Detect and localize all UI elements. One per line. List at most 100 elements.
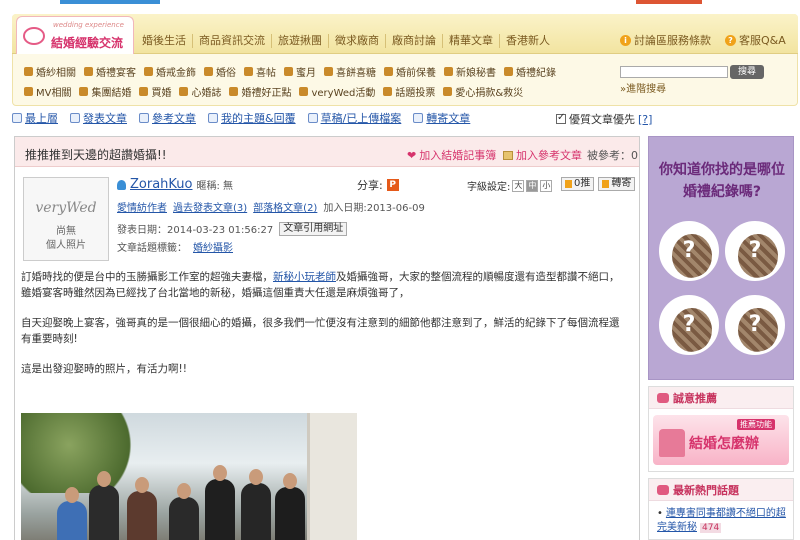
hot-topics-title: 最新熱門話題: [673, 483, 739, 497]
banner-text: 結婚怎麼辦: [689, 436, 759, 452]
past-posts-link[interactable]: 過去發表文章(3): [173, 199, 247, 214]
quality-help-link[interactable]: [?]: [638, 113, 652, 126]
top-banner-blue[interactable]: [60, 0, 160, 4]
category-icon: [179, 87, 189, 96]
font-size-label: 字級設定:: [467, 182, 511, 193]
font-size-setting: 字級設定: 大 中 小: [467, 178, 553, 193]
category-icon: [229, 87, 239, 96]
add-reference-button[interactable]: 加入參考文章: [503, 147, 582, 163]
nav-tab[interactable]: 香港新人: [500, 34, 556, 48]
category-link[interactable]: 新娘秘書: [444, 64, 496, 79]
nav-tabs: 婚後生活 商品資訊交流 旅遊揪團 徵求廠商 廠商討論 精華文章 香港新人: [136, 34, 556, 48]
post-panel: 推推推到天邊的超讚婚攝!! ❤ 加入結婚記事簿 加入參考文章 被參考：0 very…: [14, 136, 640, 540]
category-icon: [284, 67, 293, 76]
search-input[interactable]: [620, 66, 728, 78]
category-icon: [299, 87, 309, 96]
username-link[interactable]: ZorahKuo: [130, 177, 192, 192]
category-label: 喜帖: [256, 68, 276, 79]
site-logo[interactable]: wedding experience 結婚經驗交流: [16, 16, 134, 54]
category-link[interactable]: 喜餅喜糖: [324, 64, 376, 79]
drafts-link[interactable]: 草稿/已上傳檔案: [307, 111, 401, 125]
category-icon: [444, 67, 453, 76]
category-link[interactable]: 婚紗相關: [24, 64, 76, 79]
category-link[interactable]: 婚俗: [204, 64, 236, 79]
category-label: veryWed活動: [311, 88, 376, 99]
sidebar: 你知道你找的是哪位 婚禮紀錄嗎? ? ? ? ? 誠意推薦 推薦功能 結婚怎麼辦…: [648, 136, 794, 540]
action-label: 我的主題&回覆: [221, 112, 296, 125]
category-link[interactable]: MV相關: [24, 84, 71, 99]
category-icon: [144, 67, 153, 76]
tag-link[interactable]: 婚紗攝影: [193, 239, 233, 254]
nav-tab[interactable]: 徵求廠商: [329, 34, 386, 48]
advanced-search-link[interactable]: »進階搜尋: [620, 80, 666, 95]
category-link[interactable]: 婚前保養: [384, 64, 436, 79]
forward-link[interactable]: 轉寄文章: [413, 111, 470, 125]
reference-link[interactable]: 參考文章: [139, 111, 196, 125]
question-mark: ?: [682, 312, 696, 337]
paragraph: 這是出發迎娶時的照片，有活力啊!!: [21, 363, 187, 375]
search-button[interactable]: 搜尋: [730, 65, 764, 79]
category-link[interactable]: 喜帖: [244, 64, 276, 79]
terms-label: 討論區服務條款: [634, 34, 711, 47]
add-wedding-button[interactable]: ❤ 加入結婚記事簿: [407, 147, 496, 163]
nav-tab[interactable]: 廠商討論: [386, 34, 443, 48]
blog-posts-link[interactable]: 部落格文章(2): [253, 199, 317, 214]
faq-link[interactable]: ? 客服Q&A: [725, 32, 786, 48]
category-link[interactable]: 婚禮好正點: [229, 84, 291, 99]
font-size-small[interactable]: 小: [540, 179, 553, 192]
user-icon: [117, 179, 126, 190]
quote-url-button[interactable]: 文章引用網址: [279, 221, 348, 236]
top-banner-red[interactable]: [636, 0, 702, 4]
paragraph-text: 訂婚時找的便是台中的玉勝攝影工作室的超強夫妻檔，: [21, 271, 273, 283]
category-link[interactable]: 心婚誌: [179, 84, 221, 99]
recommend-header: 誠意推薦: [649, 387, 793, 409]
post-actions: 0推 轉寄: [561, 177, 636, 191]
nav-tab[interactable]: 商品資訊交流: [193, 34, 272, 48]
plurk-icon[interactable]: P: [386, 179, 399, 191]
category-row: MV相關 集團結婚 買婚 心婚誌 婚禮好正點 veryWed活動 話題投票 愛心捐款&救災: [24, 84, 604, 99]
category-link[interactable]: 話題投票: [383, 84, 435, 99]
like-button[interactable]: 0推: [561, 177, 595, 191]
author-link[interactable]: 愛情紡作者: [117, 199, 167, 214]
font-size-medium[interactable]: 中: [526, 179, 539, 192]
category-link[interactable]: 愛心捐款&救災: [443, 84, 523, 99]
avatar[interactable]: veryWed 尚無 個人照片: [23, 177, 109, 261]
category-link[interactable]: 婚禮紀錄: [504, 64, 556, 79]
category-icon: [24, 67, 33, 76]
top-strip: [0, 0, 800, 6]
category-link[interactable]: 蜜月: [284, 64, 316, 79]
category-link[interactable]: 婚禮宴客: [84, 64, 136, 79]
category-link[interactable]: 買婚: [139, 84, 171, 99]
nav-tab[interactable]: 精華文章: [443, 34, 500, 48]
photo-person: [127, 477, 157, 540]
hot-topic-link[interactable]: 連專害同事都讚不絕口的超完美新秘: [657, 508, 786, 533]
forward-label: 轉寄: [611, 178, 632, 189]
post-photo[interactable]: [21, 413, 357, 540]
stylist-link[interactable]: 新秘小玩老師: [273, 271, 336, 283]
terms-link[interactable]: i 討論區服務條款: [620, 32, 711, 48]
user-icon: [208, 113, 218, 123]
category-link[interactable]: veryWed活動: [299, 84, 375, 99]
category-label: 愛心捐款&救災: [455, 88, 524, 99]
photographer-quiz-banner[interactable]: 你知道你找的是哪位 婚禮紀錄嗎? ? ? ? ?: [648, 136, 794, 380]
photo-head: [283, 473, 297, 489]
category-link[interactable]: 集團結婚: [79, 84, 131, 99]
top-level-link[interactable]: 最上層: [12, 111, 58, 125]
photo-building: [307, 413, 357, 540]
forward-button[interactable]: 轉寄: [598, 177, 636, 191]
font-size-large[interactable]: 大: [512, 179, 525, 192]
quiz-title: 婚禮紀錄嗎?: [682, 184, 762, 200]
nav-tab[interactable]: 婚後生活: [136, 34, 193, 48]
folder-icon: [307, 113, 318, 123]
wedding-help-banner[interactable]: 推薦功能 結婚怎麼辦: [653, 415, 789, 465]
photo-person: [57, 487, 87, 540]
nav-tab[interactable]: 旅遊揪團: [272, 34, 329, 48]
new-post-link[interactable]: 發表文章: [70, 111, 127, 125]
cake-icon: [659, 429, 685, 457]
quality-checkbox[interactable]: [556, 112, 566, 124]
post-title: 推推推到天邊的超讚婚攝!!: [25, 148, 167, 162]
category-row: 婚紗相關 婚禮宴客 婚戒金飾 婚俗 喜帖 蜜月 喜餅喜糖 婚前保養 新娘秘書 婚禮紀錄: [24, 64, 604, 79]
category-link[interactable]: 婚戒金飾: [144, 64, 196, 79]
my-topics-link[interactable]: 我的主題&回覆: [208, 111, 296, 125]
heart-icon: ❤: [407, 148, 417, 162]
